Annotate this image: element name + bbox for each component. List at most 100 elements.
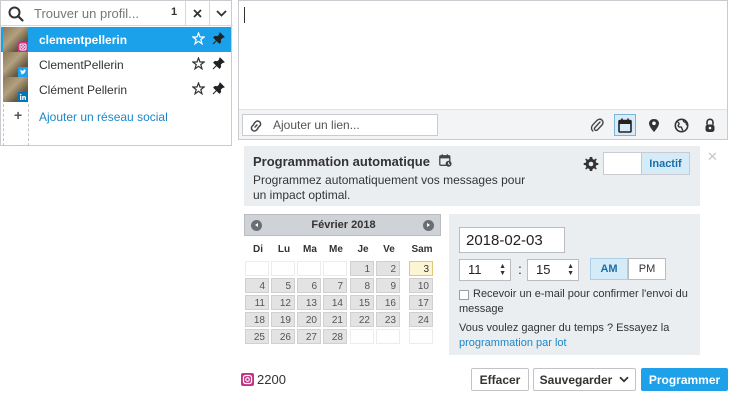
gear-icon[interactable] <box>583 156 599 172</box>
location-pin-icon <box>649 118 659 132</box>
calendar-day[interactable]: 5 <box>271 278 295 293</box>
close-icon <box>192 9 202 18</box>
collapse-picker-button[interactable] <box>210 1 232 26</box>
schedule-button[interactable] <box>614 114 636 136</box>
calendar-day[interactable]: 17 <box>409 295 433 310</box>
calendar-day[interactable]: 4 <box>245 278 269 293</box>
calendar-month-label: Février 2018 <box>311 219 376 231</box>
link-icon <box>248 118 264 134</box>
profile-row-linkedin[interactable]: Clément Pellerin <box>1 77 231 102</box>
pin-icon[interactable] <box>212 82 225 95</box>
message-composer[interactable] <box>238 0 728 140</box>
calendar-day[interactable]: 13 <box>297 295 321 310</box>
hour-select[interactable]: 11 ▲ ▼ <box>459 259 511 281</box>
stepper-arrows-icon: ▲ ▼ <box>499 263 506 277</box>
email-confirm-checkbox[interactable] <box>459 290 469 300</box>
calendar-day[interactable]: 20 <box>297 312 321 327</box>
weekday-label: Je <box>357 244 369 255</box>
location-button[interactable] <box>643 114 665 136</box>
attach-button[interactable] <box>586 114 608 136</box>
auto-schedule-toggle[interactable]: Inactif <box>603 152 690 175</box>
profile-picker: 1 clementpellerin ClementPellerin <box>0 0 233 146</box>
text-cursor <box>244 7 245 23</box>
character-count: 2200 <box>257 372 286 387</box>
profile-search-input[interactable] <box>34 1 170 25</box>
clear-selection-button[interactable] <box>186 1 208 26</box>
plus-icon: + <box>14 107 23 123</box>
bulk-schedule-link[interactable]: programmation par lot <box>459 337 567 349</box>
calendar-day[interactable]: 3 <box>409 261 433 276</box>
toggle-state-label: Inactif <box>641 153 689 174</box>
globe-icon <box>674 118 688 132</box>
calendar-empty-cell <box>245 261 269 276</box>
calendar-day[interactable]: 10 <box>409 278 433 293</box>
selected-count-badge: 1 <box>171 6 178 18</box>
chevron-down-icon <box>619 376 629 383</box>
schedule-details-panel: 11 ▲▼ : 15 ▲▼ AM PM Recevoir un e-mail p… <box>449 214 700 355</box>
calendar-day[interactable]: 26 <box>271 329 295 344</box>
search-icon <box>7 5 25 23</box>
bulk-hint-text: Vous voulez gagner du temps ? Essayez la <box>459 322 670 334</box>
pin-icon[interactable] <box>212 32 225 45</box>
calendar-icon <box>618 118 632 133</box>
add-social-network-link[interactable]: Ajouter un réseau social <box>39 110 168 124</box>
calendar-day[interactable]: 25 <box>245 329 269 344</box>
calendar-day[interactable]: 22 <box>350 312 374 327</box>
add-network-placeholder: + <box>3 104 29 146</box>
am-button[interactable]: AM <box>590 258 628 280</box>
pm-button[interactable]: PM <box>628 258 666 280</box>
calendar-day[interactable]: 24 <box>409 312 433 327</box>
calendar-day[interactable]: 2 <box>376 261 400 276</box>
calendar-day[interactable]: 14 <box>323 295 347 310</box>
calendar-empty-cell <box>350 329 374 344</box>
calendar-day[interactable]: 11 <box>245 295 269 310</box>
clear-button[interactable]: Effacer <box>471 368 529 391</box>
minute-select[interactable]: 15 ▲ ▼ <box>527 259 579 281</box>
calendar-header: Février 2018 <box>244 214 441 236</box>
calendar-day[interactable]: 15 <box>350 295 374 310</box>
calendar-day[interactable]: 1 <box>350 261 374 276</box>
calendar-day[interactable]: 9 <box>376 278 400 293</box>
calendar-day[interactable]: 6 <box>297 278 321 293</box>
instagram-icon <box>18 42 28 52</box>
schedule-submit-button[interactable]: Programmer <box>641 368 728 391</box>
calendar-day[interactable]: 8 <box>350 278 374 293</box>
calendar-empty-cell <box>409 329 433 344</box>
weekday-label: Sam <box>411 244 433 255</box>
linkedin-icon <box>18 92 28 102</box>
star-icon[interactable] <box>191 56 206 71</box>
bulk-schedule-hint: Vous voulez gagner du temps ? Essayez la… <box>459 321 699 351</box>
star-icon[interactable] <box>191 31 206 46</box>
calendar-day[interactable]: 16 <box>376 295 400 310</box>
save-dropdown-button[interactable]: Sauvegarder <box>533 368 636 391</box>
weekday-label: Ma <box>303 244 317 255</box>
profile-name: ClementPellerin <box>39 58 124 72</box>
calendar-day[interactable]: 18 <box>245 312 269 327</box>
calendar-day[interactable]: 27 <box>297 329 321 344</box>
star-icon[interactable] <box>191 81 206 96</box>
close-auto-schedule-button[interactable]: ✕ <box>707 149 718 165</box>
twitter-icon <box>18 67 28 77</box>
calendar-empty-cell <box>376 329 400 344</box>
calendar-clock-icon <box>439 154 452 167</box>
add-social-network-row[interactable]: + Ajouter un réseau social <box>1 104 231 146</box>
calendar-day[interactable]: 7 <box>323 278 347 293</box>
next-month-button[interactable] <box>423 220 434 231</box>
calendar-day[interactable]: 12 <box>271 295 295 310</box>
calendar-day[interactable]: 23 <box>376 312 400 327</box>
link-input[interactable] <box>273 115 433 135</box>
calendar-day[interactable]: 28 <box>323 329 347 344</box>
calendar-day[interactable]: 19 <box>271 312 295 327</box>
calendar-empty-cell <box>271 261 295 276</box>
calendar-day[interactable]: 21 <box>323 312 347 327</box>
profile-row-instagram[interactable]: clementpellerin <box>1 27 231 52</box>
link-field[interactable] <box>242 114 438 136</box>
privacy-button[interactable] <box>699 114 721 136</box>
targeting-button[interactable] <box>670 114 692 136</box>
profile-row-twitter[interactable]: ClementPellerin <box>1 52 231 77</box>
instagram-icon <box>241 373 254 386</box>
composer-toolbar <box>239 109 727 139</box>
pin-icon[interactable] <box>212 57 225 70</box>
paperclip-icon <box>590 118 604 132</box>
date-input[interactable] <box>459 227 565 253</box>
